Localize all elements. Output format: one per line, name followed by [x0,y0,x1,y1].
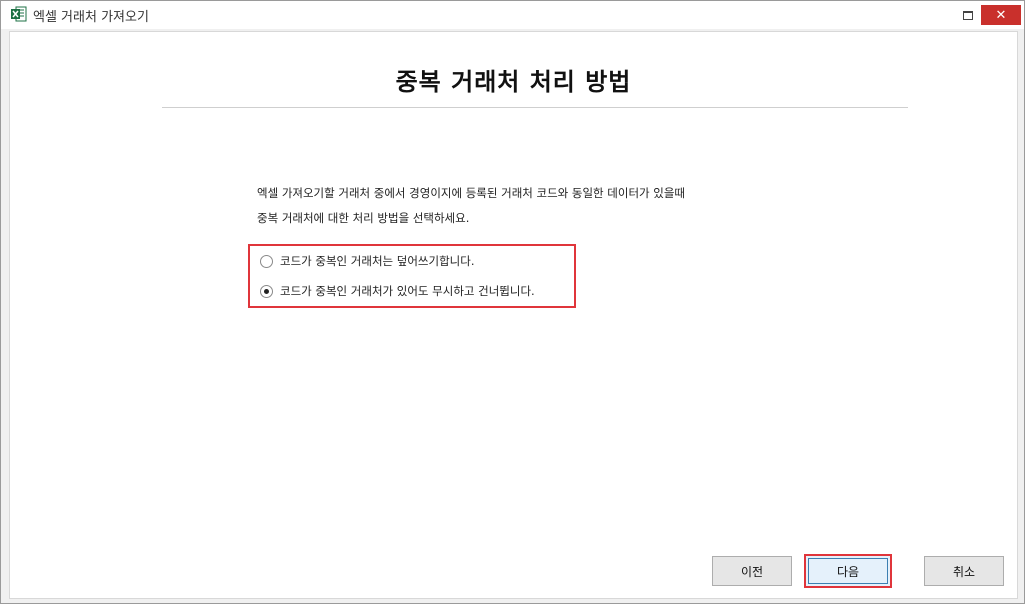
import-dialog-window: 엑셀 거래처 가져오기 ✕ 중복 거래처 처리 방법 엑셀 가져오기할 거래처 … [0,0,1025,604]
skip-radio[interactable] [260,284,273,298]
restore-icon [963,10,973,20]
option-overwrite[interactable]: 코드가 중복인 거래처는 덮어쓰기합니다. [260,253,474,269]
dialog-content: 중복 거래처 처리 방법 엑셀 가져오기할 거래처 중에서 경영이지에 등록된 … [9,31,1018,599]
close-icon: ✕ [995,7,1007,23]
option-overwrite-label: 코드가 중복인 거래처는 덮어쓰기합니다. [280,254,475,268]
close-button[interactable]: ✕ [981,5,1021,25]
excel-icon [11,6,27,22]
description-line-2: 중복 거래처에 대한 처리 방법을 선택하세요. [257,211,470,225]
description: 엑셀 가져오기할 거래처 중에서 경영이지에 등록된 거래처 코드와 동일한 데… [257,181,685,231]
option-skip[interactable]: 코드가 중복인 거래처가 있어도 무시하고 건너뜁니다. [260,283,535,299]
next-button-label: 다음 [808,558,888,584]
title-bar[interactable]: 엑셀 거래처 가져오기 ✕ [1,1,1024,29]
cancel-button[interactable]: 취소 [924,556,1004,586]
duplicate-option-group: 코드가 중복인 거래처는 덮어쓰기합니다. 코드가 중복인 거래처가 있어도 무… [248,244,576,308]
option-skip-label: 코드가 중복인 거래처가 있어도 무시하고 건너뜁니다. [280,284,535,298]
overwrite-radio[interactable] [260,254,273,268]
description-line-1: 엑셀 가져오기할 거래처 중에서 경영이지에 등록된 거래처 코드와 동일한 데… [257,186,686,200]
radio-selected-dot [264,288,269,294]
page-title: 중복 거래처 처리 방법 [395,68,632,96]
restore-button[interactable] [953,5,983,25]
title-divider [162,107,908,108]
next-button[interactable]: 다음 [804,554,892,588]
window-title: 엑셀 거래처 가져오기 [33,10,149,25]
prev-button[interactable]: 이전 [712,556,792,586]
